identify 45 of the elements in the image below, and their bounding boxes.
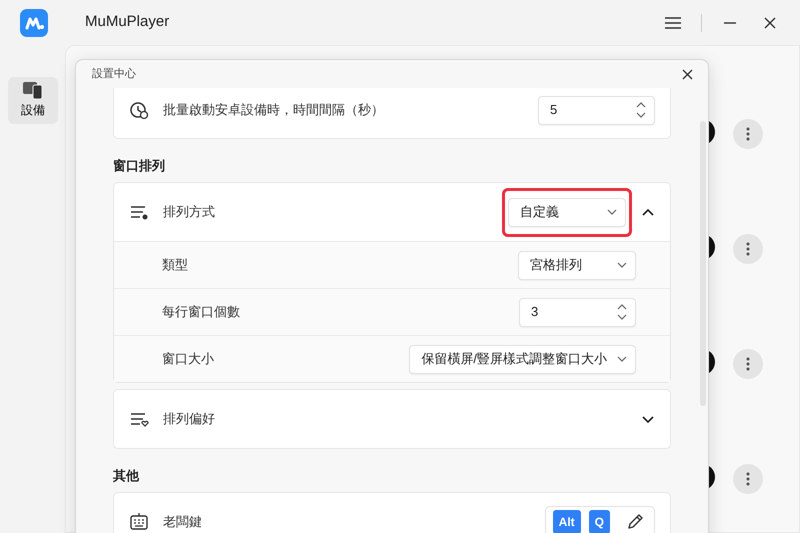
select-field[interactable]: 宮格排列 (518, 250, 636, 280)
keyboard-icon (129, 512, 149, 532)
caret-icon (617, 356, 627, 362)
setting-label: 排列偏好 (163, 410, 215, 428)
close-icon (764, 16, 776, 28)
more-icon (746, 357, 750, 371)
setting-label: 類型 (162, 256, 188, 274)
key-label: Q (588, 510, 610, 533)
app-title: MuMuPlayer (85, 12, 170, 32)
section-heading: 窗口排列 (113, 157, 166, 175)
setting-label: 老闆鍵 (163, 513, 202, 532)
dialog-title: 設置中心 (92, 66, 136, 82)
hotkey-field[interactable]: Alt Q (544, 506, 655, 533)
setting-label: 排列方式 (163, 203, 215, 222)
pencil-icon (626, 513, 644, 531)
setting-label: 窗口大小 (162, 350, 214, 368)
chevron-icon (642, 208, 654, 216)
number-field[interactable]: 5 (538, 96, 655, 124)
clock-icon (129, 100, 149, 120)
more-button[interactable] (733, 464, 763, 494)
select-field[interactable]: 保留橫屏/豎屏樣式調整窗口大小 (409, 344, 636, 374)
app-logo-icon (20, 8, 48, 36)
key-label: Alt (552, 510, 581, 533)
setting-label: 每行窗口個數 (162, 303, 240, 322)
more-button[interactable] (733, 234, 763, 264)
stepper-icon[interactable] (636, 102, 646, 118)
minimize-icon (724, 22, 736, 24)
more-icon (746, 242, 750, 256)
caret-icon (607, 209, 617, 215)
menu-icon (665, 16, 681, 28)
setting-label: 批量啟動安卓設備時，時間間隔（秒） (163, 101, 384, 120)
more-icon (746, 127, 750, 141)
device-icon (23, 81, 43, 99)
more-icon (746, 472, 750, 486)
section-heading: 其他 (113, 467, 140, 485)
number-field[interactable]: 3 (519, 298, 636, 326)
sidebar-item[interactable]: 設備 (8, 77, 58, 124)
stepper-icon[interactable] (617, 304, 627, 320)
chevron-icon (642, 414, 654, 424)
caret-icon (617, 262, 627, 268)
select-field[interactable]: 自定義 (508, 198, 626, 226)
more-button[interactable] (733, 349, 763, 379)
more-button[interactable] (733, 119, 763, 149)
edit-button[interactable] (626, 513, 644, 531)
close-icon (682, 68, 692, 80)
